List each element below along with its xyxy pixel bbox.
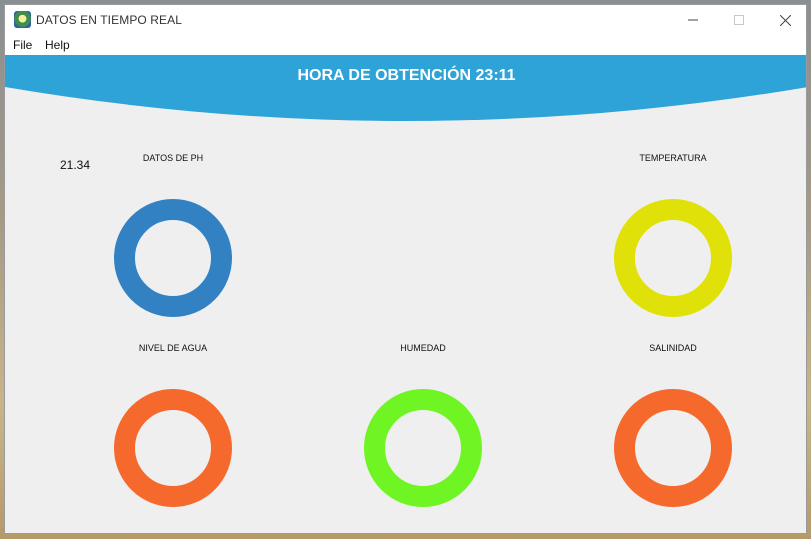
- nivel-agua-gauge: [114, 389, 232, 507]
- temperatura-label: TEMPERATURA: [639, 153, 707, 163]
- salinidad-gauge: [614, 389, 732, 507]
- humedad-label: HUMEDAD: [400, 343, 446, 353]
- ph-gauge: [114, 199, 232, 317]
- nivel-agua-label: NIVEL DE AGUA: [138, 343, 208, 353]
- maximize-icon: [734, 15, 744, 25]
- menu-help[interactable]: Help: [45, 38, 70, 52]
- header-title: HORA DE OBTENCIÓN 23:11: [297, 67, 516, 84]
- header-banner: [5, 55, 806, 121]
- menu-bar: File Help: [5, 35, 806, 56]
- app-window: DATOS EN TIEMPO REAL File Help HORA DE O…: [4, 4, 807, 534]
- app-logo-icon: [14, 11, 31, 28]
- minimize-icon: [688, 19, 698, 21]
- window-title: DATOS EN TIEMPO REAL: [36, 13, 183, 27]
- ph-label: DATOS DE PH: [142, 153, 204, 163]
- humedad-gauge: [364, 389, 482, 507]
- maximize-button[interactable]: [716, 5, 762, 35]
- salinidad-label: SALINIDAD: [649, 343, 697, 353]
- temperatura-gauge: [614, 199, 732, 317]
- title-bar[interactable]: DATOS EN TIEMPO REAL: [5, 5, 806, 35]
- close-icon: [779, 14, 791, 26]
- menu-file[interactable]: File: [13, 38, 32, 52]
- close-button[interactable]: [762, 5, 806, 35]
- minimize-button[interactable]: [670, 5, 716, 35]
